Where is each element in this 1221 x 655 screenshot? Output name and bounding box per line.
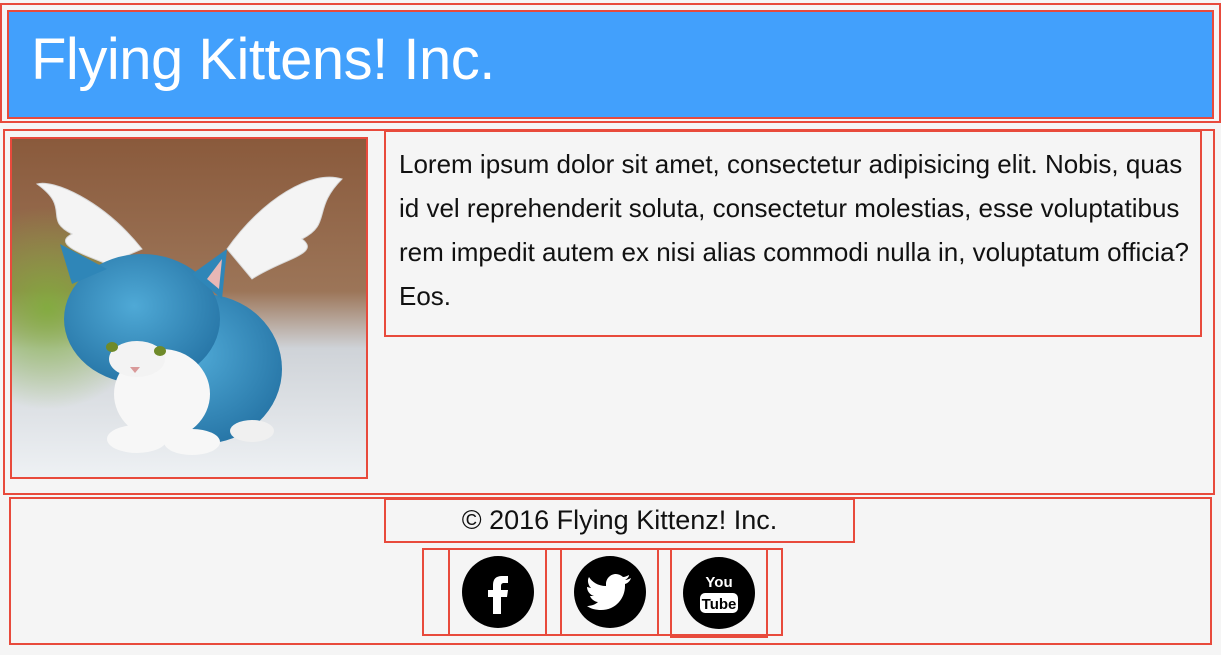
site-header: Flying Kittens! Inc.	[7, 10, 1214, 119]
intro-paragraph: Lorem ipsum dolor sit amet, consectetur …	[384, 130, 1202, 337]
twitter-icon	[573, 556, 646, 628]
youtube-icon: You Tube	[683, 557, 755, 629]
twitter-link[interactable]	[560, 548, 659, 636]
facebook-link[interactable]	[448, 548, 547, 636]
kitten-image	[10, 137, 368, 479]
youtube-link[interactable]: You Tube	[670, 548, 768, 638]
youtube-label-bottom: Tube	[702, 596, 737, 613]
site-title: Flying Kittens! Inc.	[31, 27, 495, 92]
copyright-text: © 2016 Flying Kittenz! Inc.	[384, 498, 855, 543]
youtube-label-top: You	[705, 574, 732, 591]
kitten-illustration	[12, 139, 366, 477]
page: Flying Kittens! Inc. Lorem ipsum dolor s…	[0, 0, 1221, 655]
facebook-icon	[461, 556, 534, 628]
